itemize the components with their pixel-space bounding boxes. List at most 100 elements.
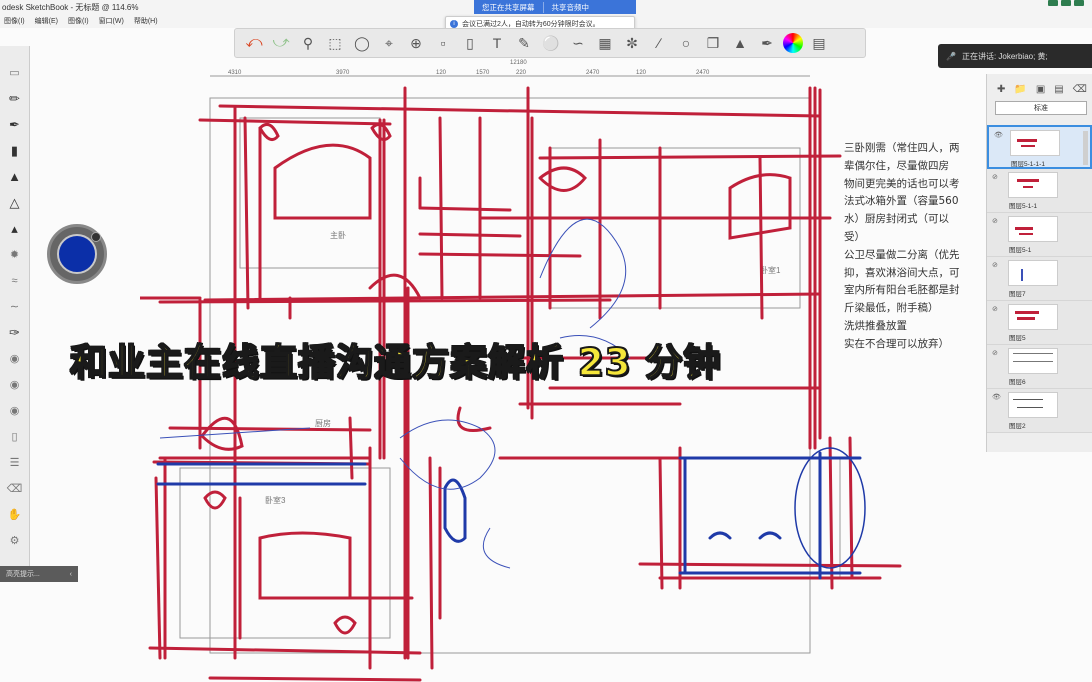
eye-hidden-icon[interactable]: ⊘: [992, 217, 998, 225]
blue-fixture: [758, 531, 782, 540]
layer-item[interactable]: ⊘ 图层7: [987, 257, 1092, 301]
left-toolbar: ▭ ✏ ✒ ▮ ▲ △ ▴ ✹ ≈ ∼ ✑ ◉ ◉ ◉ ▯ ☰ ⌫ ✋ ⚙: [0, 46, 30, 566]
window-controls: [1048, 0, 1088, 10]
swatch-3-icon[interactable]: ◉: [6, 402, 24, 419]
ellipse-guide-icon[interactable]: ⚪: [540, 32, 562, 54]
dim-label: 12180: [510, 60, 527, 66]
image-layer-icon[interactable]: ▣: [1036, 84, 1045, 95]
brush-preview-bar[interactable]: 高亮提示... ‹: [0, 566, 78, 582]
maximize-button[interactable]: [1061, 0, 1071, 6]
sketch-wall: [348, 416, 354, 480]
note-line: 水）厨房封闭式（可以: [844, 213, 949, 226]
ruler-icon[interactable]: ✎: [513, 32, 535, 54]
brush-size-icon[interactable]: ▯: [6, 428, 24, 445]
crop-icon[interactable]: ⌖: [378, 32, 400, 54]
sketch-wall: [208, 676, 422, 682]
fixture-mark: [456, 406, 492, 432]
distort-icon[interactable]: ▫: [432, 32, 454, 54]
sketch-wall: [218, 104, 822, 118]
blur-icon[interactable]: ∼: [6, 298, 24, 315]
undo-icon[interactable]: ⤺: [243, 32, 265, 54]
select-rect-icon[interactable]: ⬚: [324, 32, 346, 54]
layer-item[interactable]: 👁 图层5-1-1-1: [987, 125, 1092, 169]
note-line: 辈偶尔住，尽量做四房: [844, 159, 949, 172]
puck-handle-icon[interactable]: [91, 232, 101, 242]
paint-brush-icon[interactable]: ▴: [6, 220, 24, 237]
brushes-icon[interactable]: ✒: [756, 32, 778, 54]
layer-name: 图层5-1: [1009, 247, 1032, 254]
eraser-icon[interactable]: ⌫: [6, 480, 24, 497]
texture-brush-icon[interactable]: ✹: [6, 246, 24, 263]
perspective-icon[interactable]: ▯: [459, 32, 481, 54]
folder-icon[interactable]: 📁: [1014, 84, 1026, 95]
layer-opacity-bar[interactable]: [1083, 131, 1088, 165]
merge-layer-icon[interactable]: ▤: [1054, 84, 1063, 95]
color-wheel-icon[interactable]: [783, 33, 803, 53]
add-layer-icon[interactable]: ✚: [997, 84, 1005, 95]
airbrush-icon[interactable]: ▲: [6, 168, 24, 185]
eye-hidden-icon[interactable]: ⊘: [992, 349, 998, 357]
collapse-icon[interactable]: ‹: [70, 571, 72, 578]
shape-icon[interactable]: ❐: [702, 32, 724, 54]
french-curve-icon[interactable]: ∽: [567, 32, 589, 54]
sharing-status[interactable]: 您正在共享屏幕: [474, 1, 544, 13]
delete-layer-icon[interactable]: ⌫: [1073, 84, 1087, 95]
pencil-brush-icon[interactable]: ✏: [6, 90, 24, 107]
blue-fixture: [708, 531, 732, 540]
ink-pen-icon[interactable]: ✒: [6, 116, 24, 133]
eye-icon[interactable]: 👁: [992, 393, 1001, 401]
share-audio-status[interactable]: 共享音频中: [544, 2, 598, 13]
palette-icon[interactable]: ▭: [6, 64, 24, 81]
lasso-icon[interactable]: ◯: [351, 32, 373, 54]
sketch-wall: [438, 116, 444, 300]
close-button[interactable]: [1074, 0, 1084, 6]
text-icon[interactable]: T: [486, 32, 508, 54]
note-line: 物间更完美的话也可以考: [844, 177, 960, 190]
hand-tool-icon[interactable]: ✋: [6, 506, 24, 523]
menu-edit[interactable]: 编辑(E): [35, 16, 58, 26]
layer-item[interactable]: ⊘ 图层5: [987, 301, 1092, 345]
smudge-icon[interactable]: ≈: [6, 272, 24, 289]
minimize-button[interactable]: [1048, 0, 1058, 6]
menu-image[interactable]: 图像(I): [4, 16, 25, 26]
perspective-grid-icon[interactable]: ▦: [594, 32, 616, 54]
eye-icon[interactable]: 👁: [994, 131, 1003, 139]
blue-scribble: [539, 218, 627, 329]
oval-icon[interactable]: ○: [675, 32, 697, 54]
settings-icon[interactable]: ⚙: [6, 532, 24, 549]
layers-icon[interactable]: ▤: [808, 32, 830, 54]
opacity-icon[interactable]: ☰: [6, 454, 24, 471]
dim-label: 2470: [696, 70, 710, 76]
transform-icon[interactable]: ⊕: [405, 32, 427, 54]
blend-mode-select[interactable]: 标准: [995, 101, 1087, 115]
layer-item[interactable]: 👁 图层2: [987, 389, 1092, 433]
zoom-icon[interactable]: ⚲: [297, 32, 319, 54]
dim-label: 1570: [476, 70, 490, 76]
eye-hidden-icon[interactable]: ⊘: [992, 173, 998, 181]
fill-icon[interactable]: ▲: [729, 32, 751, 54]
blue-scribble: [482, 527, 511, 569]
line-icon[interactable]: ∕: [648, 32, 670, 54]
dim-label: 3970: [336, 70, 350, 76]
menu-window[interactable]: 窗口(W): [99, 16, 124, 26]
marker-icon[interactable]: ▮: [6, 142, 24, 159]
meeting-notice-text: 会议已满过2人，自动转为60分钟限时会议。: [462, 20, 600, 28]
symmetry-icon[interactable]: ✼: [621, 32, 643, 54]
menu-image-2[interactable]: 图像(I): [68, 16, 89, 26]
eye-hidden-icon[interactable]: ⊘: [992, 305, 998, 313]
brush-stroke-icon[interactable]: ✑: [6, 324, 24, 341]
menu-help[interactable]: 帮助(H): [134, 16, 158, 26]
redo-icon[interactable]: ⤻: [270, 32, 292, 54]
layer-item[interactable]: ⊘ 图层5-1: [987, 213, 1092, 257]
dim-label: 120: [436, 70, 447, 76]
sketch-wall: [154, 476, 162, 660]
chisel-brush-icon[interactable]: △: [6, 194, 24, 211]
color-puck[interactable]: [47, 224, 107, 284]
swatch-2-icon[interactable]: ◉: [6, 376, 24, 393]
eye-hidden-icon[interactable]: ⊘: [992, 261, 998, 269]
dim-label: 120: [636, 70, 647, 76]
dim-label: 220: [516, 70, 527, 76]
swatch-1-icon[interactable]: ◉: [6, 350, 24, 367]
layer-item[interactable]: ⊘ 图层5-1-1: [987, 169, 1092, 213]
layer-item[interactable]: ⊘ 图层6: [987, 345, 1092, 389]
